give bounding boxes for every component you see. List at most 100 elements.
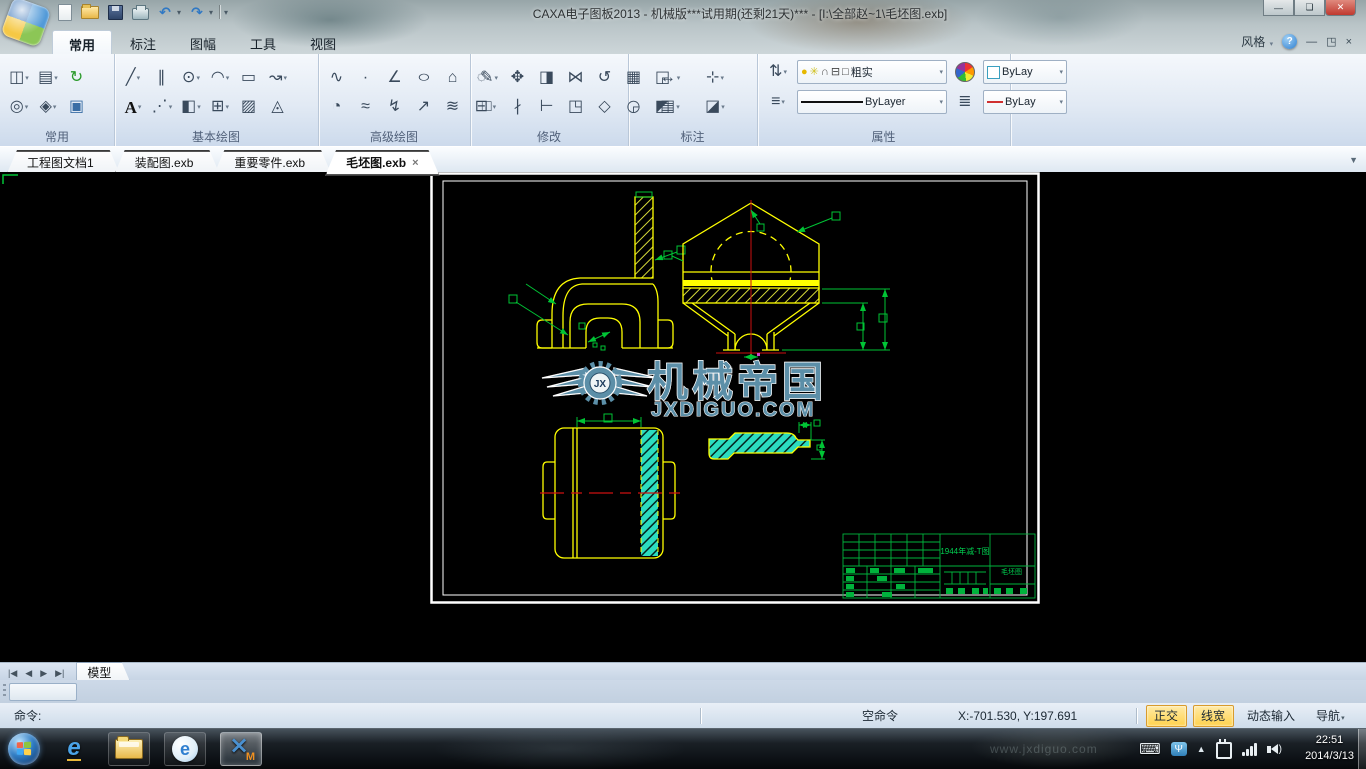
formula-curve-icon[interactable]: ∠: [382, 65, 408, 91]
volume-tray-icon[interactable]: ): [1267, 744, 1282, 755]
linetype-combo[interactable]: ByLayer▾: [797, 90, 947, 114]
point-icon[interactable]: ∙: [353, 65, 379, 91]
dim-style-icon[interactable]: ▤▾: [649, 94, 691, 120]
redo-icon[interactable]: ↷: [188, 3, 206, 21]
block-icon[interactable]: ◧▾: [178, 94, 204, 120]
ribbon-close-icon[interactable]: ×: [1346, 36, 1352, 48]
maximize-button[interactable]: ❏: [1294, 0, 1325, 16]
save-icon[interactable]: [106, 3, 124, 21]
rectangle-icon[interactable]: ▭: [236, 65, 262, 91]
stretch-icon[interactable]: ◳: [563, 94, 589, 120]
ellipse-icon[interactable]: ○: [411, 65, 437, 91]
layer-lock-icon: ∩: [821, 67, 829, 78]
nav-next-icon[interactable]: ▶: [36, 668, 51, 678]
print-icon[interactable]: [131, 3, 149, 21]
ribbon-minimize-icon[interactable]: —: [1306, 36, 1317, 48]
tab-list-dropdown-icon[interactable]: ▼: [1349, 155, 1358, 165]
layer-combo[interactable]: ● ✳ ∩ ⊟ □ 粗实 ▾: [797, 60, 947, 84]
style-menu-button[interactable]: 风格 ▾: [1241, 33, 1273, 50]
detail-view-icon[interactable]: ◔: [324, 94, 350, 120]
ribbon-corner-controls: 风格 ▾ ? — ◳ ×: [1241, 33, 1352, 50]
windows-flag-icon: [17, 742, 31, 756]
help-icon[interactable]: ?: [1282, 34, 1297, 49]
parallel-line-icon[interactable]: ∥: [149, 65, 175, 91]
circle-icon[interactable]: ⊙▾: [178, 65, 204, 91]
contour-icon[interactable]: ≋: [440, 94, 466, 120]
start-button[interactable]: [8, 733, 40, 765]
hatch-icon[interactable]: ▨: [236, 94, 262, 120]
close-button[interactable]: ✕: [1325, 0, 1356, 16]
minimize-button[interactable]: —: [1263, 0, 1294, 16]
move-icon[interactable]: ✥: [505, 65, 531, 91]
coordinate-dim-icon[interactable]: ⊹▾: [694, 65, 736, 91]
line-icon[interactable]: ╱▾: [120, 65, 146, 91]
wave-line-icon[interactable]: ≈: [353, 94, 379, 120]
paste-icon[interactable]: ▤▾: [35, 65, 61, 91]
drawing-canvas[interactable]: 1944年减-T图 毛坯图 JX 机械帝国 JXDIGUO.COM: [0, 172, 1366, 662]
dim-edit-icon[interactable]: ◪▾: [694, 94, 736, 120]
qat-customize-icon[interactable]: ▾: [224, 8, 228, 17]
region-icon[interactable]: ◬: [265, 94, 291, 120]
nav-last-icon[interactable]: ▶|: [51, 668, 68, 678]
nav-prev-icon[interactable]: ◀: [21, 668, 36, 678]
layer-settings-icon[interactable]: ⇅▾: [763, 59, 793, 85]
ribbon-restore-icon[interactable]: ◳: [1326, 35, 1336, 48]
status-toggle[interactable]: 正交: [1146, 705, 1187, 727]
status-toggle[interactable]: 线宽: [1193, 705, 1234, 727]
copy-move-icon[interactable]: ◨: [534, 65, 560, 91]
polyline-icon[interactable]: ↝▾: [265, 65, 291, 91]
bisector-icon[interactable]: ⋰▾: [149, 94, 175, 120]
taskbar-ie-icon[interactable]: e: [54, 733, 94, 765]
arrow-icon[interactable]: ↗: [411, 94, 437, 120]
status-toggle[interactable]: 动态输入: [1240, 706, 1303, 726]
linestyle-combo[interactable]: ByLay▾: [983, 90, 1067, 114]
format-brush-icon[interactable]: ✎▾: [476, 65, 502, 91]
show-hidden-icons-icon[interactable]: ▲: [1197, 744, 1206, 754]
linetype-manager-icon[interactable]: ≣: [951, 89, 979, 115]
text-icon[interactable]: A▾: [120, 94, 146, 120]
show-desktop-button[interactable]: [1358, 729, 1366, 769]
zigzag-line-icon[interactable]: ↯: [382, 94, 408, 120]
taskbar-explorer-icon[interactable]: [108, 732, 150, 766]
group-label: 标注: [628, 128, 757, 146]
library-icon[interactable]: ⊞▾: [207, 94, 233, 120]
color-combo[interactable]: ByLay▾: [983, 60, 1067, 84]
block-edit-icon[interactable]: ◇: [592, 94, 618, 120]
mirror-icon[interactable]: ⋈: [563, 65, 589, 91]
power-tray-icon[interactable]: [1216, 742, 1232, 759]
extend-icon[interactable]: ⊢: [534, 94, 560, 120]
copy-icon[interactable]: ◫▾: [6, 65, 32, 91]
taskbar-browser-icon[interactable]: e: [164, 732, 206, 766]
break-icon[interactable]: ∤: [505, 94, 531, 120]
color-wheel-icon[interactable]: [951, 59, 979, 85]
undo-icon[interactable]: ↶: [156, 3, 174, 21]
regen-icon[interactable]: ↻: [64, 65, 90, 91]
pan-icon[interactable]: ◈▾: [35, 94, 61, 120]
crop-icon[interactable]: □▾: [476, 94, 502, 120]
taskbar-clock[interactable]: 22:51 2014/3/13: [1305, 733, 1354, 765]
command-prompt[interactable]: 命令:: [14, 707, 41, 724]
zoom-icon[interactable]: ◎▾: [6, 94, 32, 120]
tab-close-icon[interactable]: ×: [412, 157, 418, 169]
status-toggle[interactable]: 导航▾: [1309, 706, 1352, 726]
undo-dropdown-icon[interactable]: ▾: [177, 8, 181, 17]
command-input-box[interactable]: [9, 683, 77, 701]
taskbar-caxa-icon[interactable]: ⨯M: [220, 732, 262, 766]
usb-tray-icon[interactable]: Ψ: [1171, 742, 1187, 756]
layer-color-icon: □: [842, 67, 849, 78]
open-file-icon[interactable]: [81, 3, 99, 21]
document-tab[interactable]: 毛坯图.exb×: [325, 150, 439, 176]
new-file-icon[interactable]: [56, 3, 74, 21]
command-grip-handle[interactable]: [3, 684, 6, 699]
linewidth-icon[interactable]: ≡▾: [763, 89, 793, 115]
network-tray-icon[interactable]: [1242, 742, 1257, 756]
keyboard-tray-icon[interactable]: ⌨: [1139, 740, 1161, 758]
dimension-icon[interactable]: ↔▾: [649, 65, 691, 91]
polygon-icon[interactable]: ⌂: [440, 65, 466, 91]
redo-dropdown-icon[interactable]: ▾: [209, 8, 213, 17]
arc-icon[interactable]: ◠▾: [207, 65, 233, 91]
nav-first-icon[interactable]: |◀: [4, 668, 21, 678]
display-icon[interactable]: ▣: [64, 94, 90, 120]
spline-icon[interactable]: ∿: [324, 65, 350, 91]
rotate-icon[interactable]: ↺: [592, 65, 618, 91]
